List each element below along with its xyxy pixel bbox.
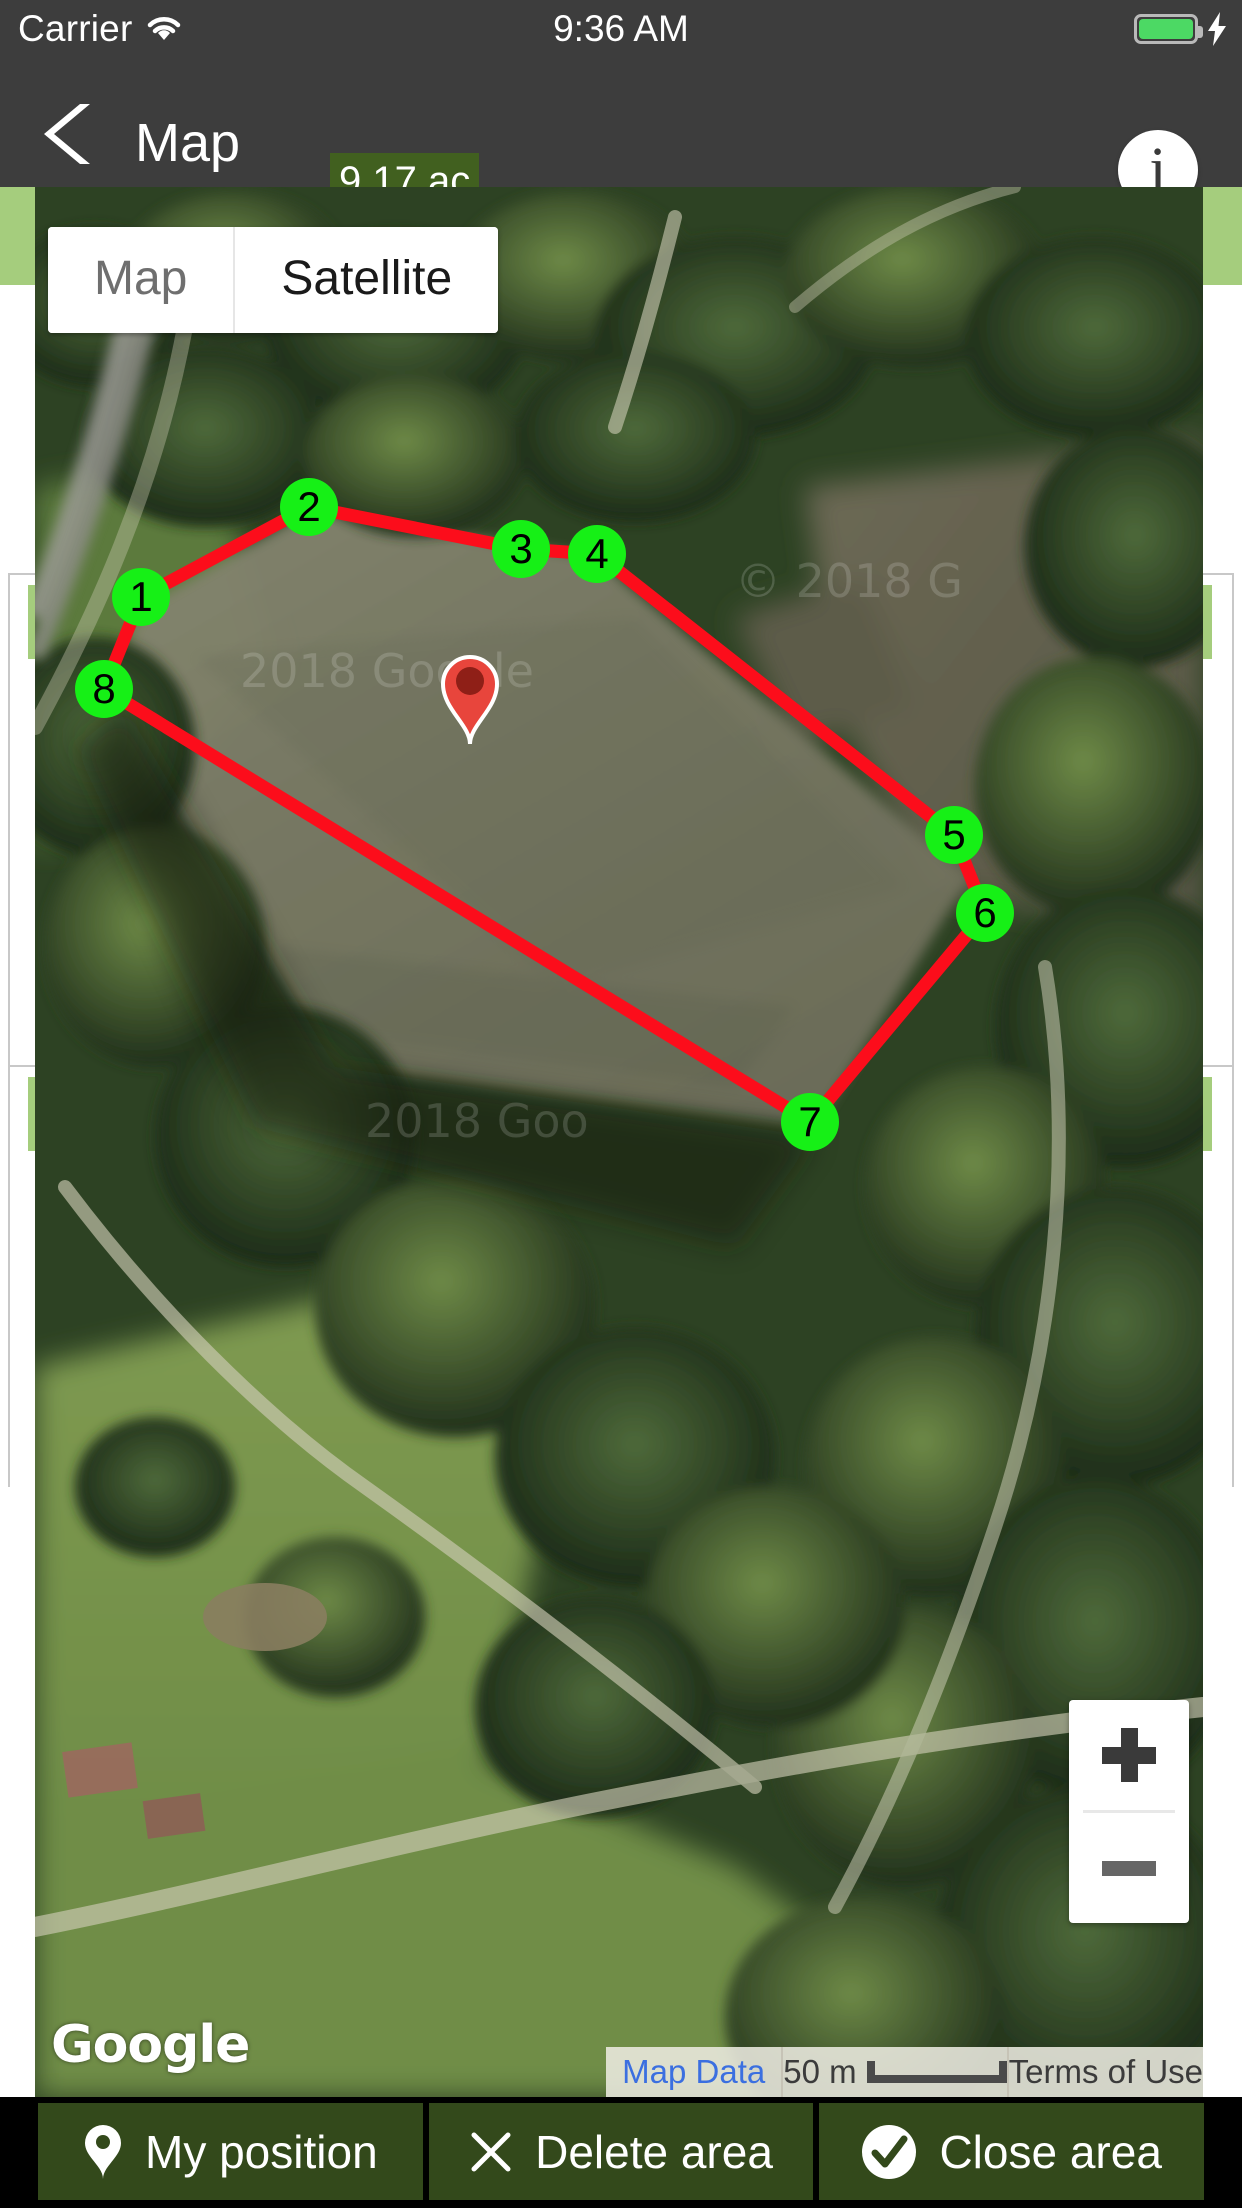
bg-vline-left-1: [8, 575, 10, 1065]
close-area-button[interactable]: Close area: [819, 2103, 1205, 2200]
svg-text:2018 Goo: 2018 Goo: [365, 1094, 589, 1148]
back-button[interactable]: [40, 102, 98, 166]
minus-icon: [1102, 1860, 1156, 1876]
satellite-imagery: 2018 Google © 2018 G 2018 Goo: [35, 187, 1203, 2097]
status-bar-clock: 9:36 AM: [553, 8, 689, 49]
check-circle-icon: [861, 2124, 917, 2180]
page-title: Map: [135, 113, 241, 173]
my-position-button[interactable]: My position: [38, 2103, 423, 2200]
status-bar: Carrier 9:36 AM: [0, 0, 1242, 58]
map-container[interactable]: 2018 Google © 2018 G 2018 Goo 12345678 M…: [35, 187, 1203, 2097]
scale-label: 50 m: [783, 2053, 857, 2090]
map-data-link[interactable]: Map Data: [606, 2047, 781, 2097]
close-x-icon: [469, 2130, 513, 2174]
polygon-vertex-2[interactable]: 2: [280, 478, 338, 536]
lightning-bolt-icon: [1206, 12, 1228, 46]
my-position-label: My position: [145, 2125, 378, 2178]
zoom-out-button[interactable]: [1069, 1813, 1189, 1923]
delete-area-button[interactable]: Delete area: [428, 2103, 814, 2200]
scale-bar-icon: [866, 2061, 1007, 2083]
svg-text:© 2018 G: © 2018 G: [735, 554, 963, 608]
attribution-scale: 50 m: [781, 2047, 1007, 2097]
close-area-label: Close area: [939, 2125, 1162, 2178]
bottom-toolbar: My position Delete area Close area: [0, 2097, 1242, 2208]
polygon-vertex-8[interactable]: 8: [75, 660, 133, 718]
delete-area-label: Delete area: [535, 2125, 773, 2178]
polygon-vertex-1[interactable]: 1: [112, 568, 170, 626]
terms-of-use-link[interactable]: Terms of Use: [1006, 2047, 1203, 2097]
map-attribution-bar: Map Data 50 m Terms of Use: [606, 2047, 1203, 2097]
bg-vline-right-2: [1232, 1067, 1234, 1487]
polygon-vertex-5[interactable]: 5: [925, 806, 983, 864]
polygon-vertex-4[interactable]: 4: [568, 525, 626, 583]
status-bar-right: [1134, 0, 1228, 58]
map-pin-icon[interactable]: [433, 647, 507, 747]
zoom-in-button[interactable]: [1069, 1700, 1189, 1810]
bg-vline-left-2: [8, 1067, 10, 1487]
app-root: Carrier 9:36 AM Map 9.17 ac i 2018 Googl…: [0, 0, 1242, 2208]
nav-bar: Map 9.17 ac i: [0, 58, 1242, 211]
bg-accent-right-1: [1203, 187, 1242, 285]
bg-accent-left-1: [0, 187, 36, 285]
google-logo: Google: [51, 2015, 250, 2075]
map-type-option-map[interactable]: Map: [48, 227, 234, 333]
location-pin-icon: [83, 2124, 123, 2180]
polygon-vertex-7[interactable]: 7: [781, 1093, 839, 1151]
polygon-vertex-6[interactable]: 6: [956, 884, 1014, 942]
map-type-option-satellite[interactable]: Satellite: [233, 227, 499, 333]
zoom-controls[interactable]: [1069, 1700, 1189, 1923]
map-type-switch[interactable]: Map Satellite: [48, 227, 499, 333]
bg-vline-right-1: [1232, 575, 1234, 1065]
polygon-vertex-3[interactable]: 3: [492, 520, 550, 578]
battery-full-icon: [1134, 14, 1203, 44]
